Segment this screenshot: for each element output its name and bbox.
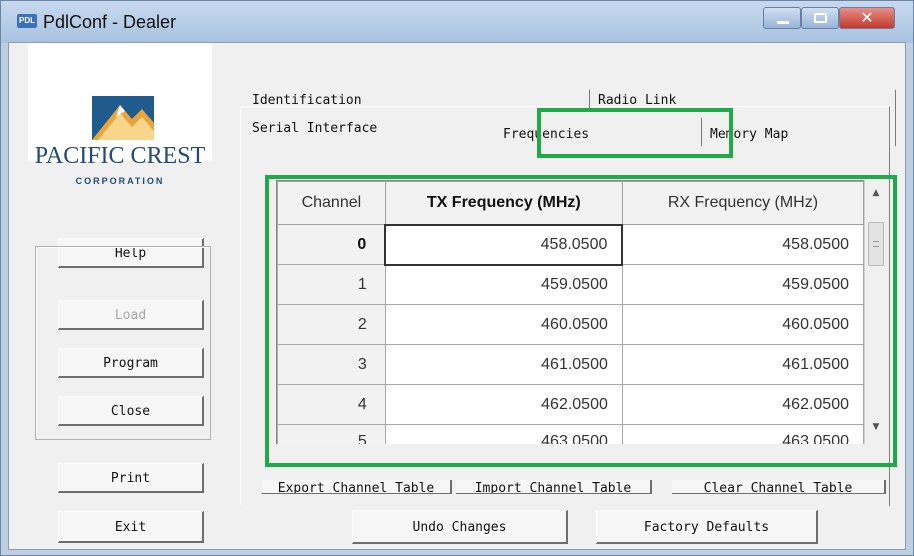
window-title: PdlConf - Dealer — [43, 12, 177, 32]
logo-subtitle: CORPORATION — [75, 176, 165, 186]
tab-separator — [589, 90, 590, 108]
tab-radio-link[interactable]: Radio Link — [598, 93, 676, 108]
maximize-button[interactable] — [801, 7, 839, 29]
clear-channel-table-button[interactable]: Clear Channel Table — [672, 480, 886, 494]
frequencies-tab-highlight — [537, 108, 733, 158]
app-icon: PDL — [17, 14, 37, 28]
tab-identification[interactable]: Identification — [252, 93, 362, 108]
tab-serial-interface[interactable]: Serial Interface — [252, 121, 377, 136]
close-window-button[interactable]: ✕ — [839, 7, 895, 29]
channel-grid-highlight — [265, 175, 897, 467]
factory-defaults-button[interactable]: Factory Defaults — [596, 510, 818, 544]
load-button[interactable]: Load — [58, 300, 204, 330]
title-bar[interactable]: PDL PdlConf - Dealer ✕ — [1, 1, 913, 43]
company-logo: PACIFIC CREST CORPORATION — [28, 43, 212, 186]
program-button[interactable]: Program — [58, 348, 204, 378]
print-button[interactable]: Print — [58, 463, 204, 493]
import-channel-table-button[interactable]: Import Channel Table — [456, 480, 652, 494]
minimize-button[interactable] — [763, 7, 801, 29]
close-icon: ✕ — [860, 8, 874, 27]
exit-button[interactable]: Exit — [58, 511, 204, 543]
close-button[interactable]: Close — [58, 396, 204, 426]
minimize-icon — [777, 21, 789, 24]
tab-separator — [895, 90, 896, 146]
export-channel-table-button[interactable]: Export Channel Table — [262, 480, 452, 494]
logo-name: PACIFIC CREST — [34, 143, 206, 169]
maximize-icon — [814, 13, 827, 23]
undo-changes-button[interactable]: Undo Changes — [352, 510, 568, 544]
mountain-logo-icon — [92, 96, 154, 140]
